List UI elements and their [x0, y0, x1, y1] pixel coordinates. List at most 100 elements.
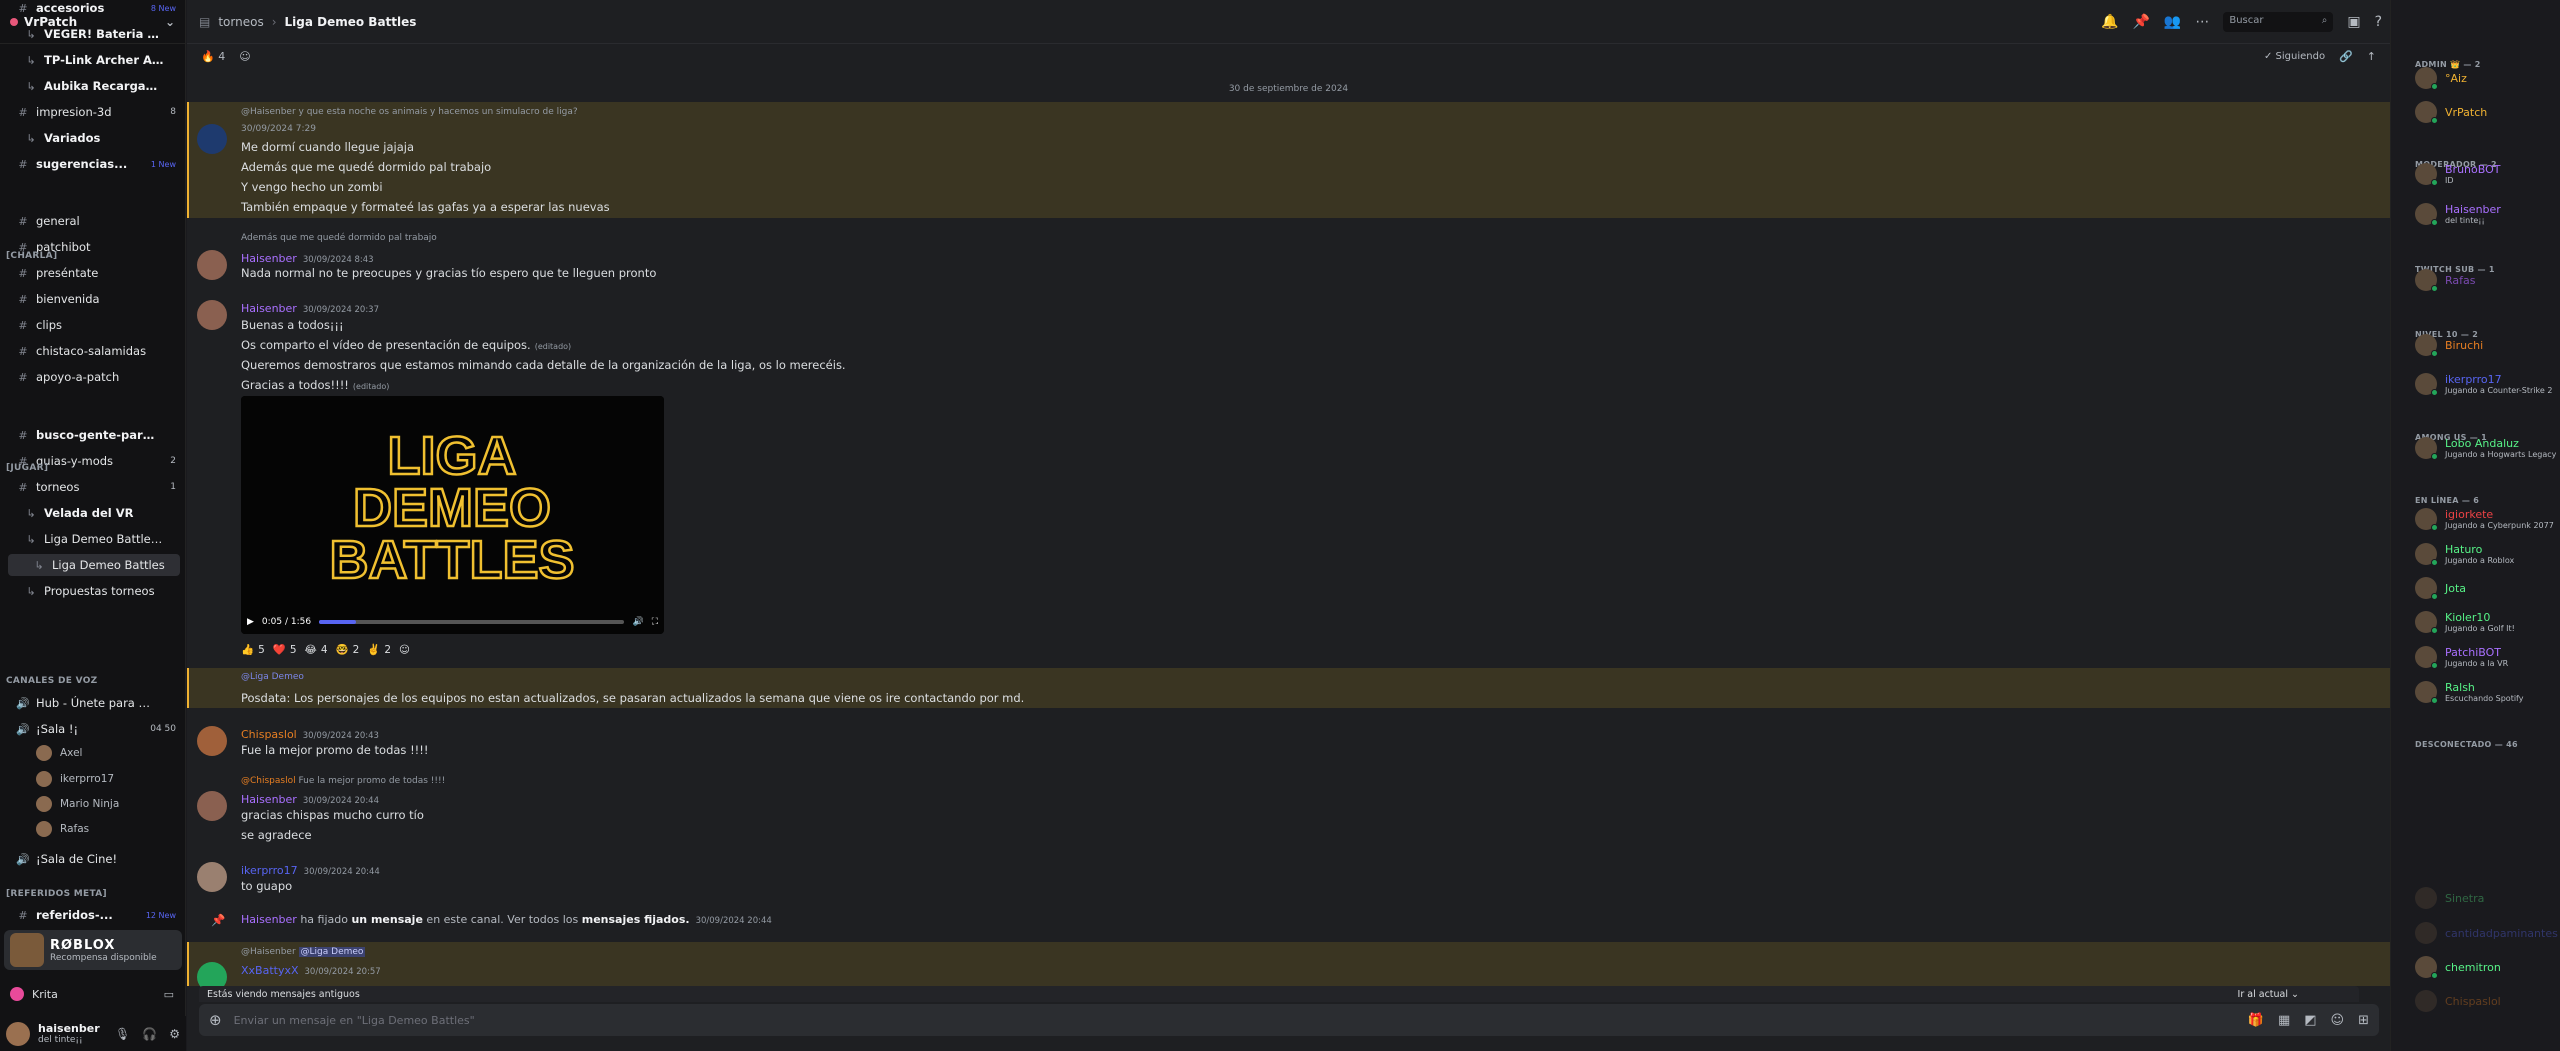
voice-user[interactable]: Axel	[36, 745, 82, 761]
reply-preview[interactable]: @Haisenber @Liga Demeo	[241, 947, 366, 957]
member-item[interactable]: chemitron	[2415, 952, 2560, 982]
bell-icon[interactable]: 🔔	[2101, 14, 2118, 30]
voice-channel-hub[interactable]: 🔊 Hub - Únete para crear	[0, 692, 186, 714]
channel-referidos[interactable]: # referidos-... 12 New	[0, 904, 186, 926]
reaction[interactable]: 👍 5	[241, 643, 265, 657]
avatar[interactable]	[6, 1021, 30, 1046]
channel-item[interactable]: # busco-gente-para...	[0, 424, 186, 446]
avatar[interactable]	[197, 791, 227, 821]
channel-item[interactable]: # clips	[0, 314, 186, 336]
channel-item[interactable]: # impresion-3d 8	[0, 101, 186, 123]
category-jugar[interactable]: [JUGAR]	[6, 463, 48, 473]
member-item[interactable]: Haisenber del tinte¡¡	[2415, 199, 2560, 229]
volume-icon[interactable]: 🔊	[632, 617, 643, 627]
avatar[interactable]	[197, 726, 227, 756]
channel-item[interactable]: ↳ Liga Demeo Battles	[8, 554, 180, 576]
message-author[interactable]: Haisenber 30/09/2024 20:44	[241, 793, 379, 806]
reply-preview[interactable]: Además que me quedé dormido pal trabajo	[241, 233, 437, 243]
member-item[interactable]: cantidadpaminantes	[2415, 918, 2560, 948]
activity-krita[interactable]: Krita ▭	[0, 982, 186, 1006]
member-item[interactable]: Sinetra	[2415, 883, 2560, 913]
member-item[interactable]: Lobo Andaluz Jugando a Hogwarts Legacy	[2415, 433, 2560, 463]
message-author[interactable]: ikerprro17 30/09/2024 20:44	[241, 864, 380, 877]
roblox-promo[interactable]: RØBLOX Recompensa disponible	[4, 930, 182, 970]
member-item[interactable]: PatchiBOT Jugando a la VR	[2415, 642, 2560, 672]
follow-button[interactable]: ✓ Siguiendo	[2264, 51, 2325, 62]
inbox-icon[interactable]: ▣	[2347, 14, 2360, 30]
voice-channel-sala[interactable]: 🔊 ¡Sala !¡ 04 50	[0, 718, 186, 740]
avatar[interactable]	[197, 250, 227, 280]
avatar[interactable]	[197, 124, 227, 154]
reaction[interactable]: ❤️ 5	[273, 643, 297, 657]
member-item[interactable]: Biruchi	[2415, 330, 2560, 360]
members-icon[interactable]: 👥	[2164, 14, 2181, 30]
more-icon[interactable]: ⋯	[2195, 14, 2209, 30]
message-author[interactable]: Haisenber 30/09/2024 20:37	[241, 302, 379, 315]
pinned-messages-link[interactable]: mensajes fijados.	[582, 913, 690, 926]
help-icon[interactable]: ?	[2375, 14, 2382, 30]
category-referidos[interactable]: [REFERIDOS META]	[6, 889, 107, 899]
plus-icon[interactable]: ⊕	[209, 1011, 222, 1029]
message-author[interactable]: XxBattyxX 30/09/2024 20:57	[241, 964, 381, 977]
link-icon[interactable]: 🔗	[2339, 50, 2353, 63]
channel-item[interactable]: # apoyo-a-patch	[0, 366, 186, 388]
voice-user[interactable]: Mario Ninja	[36, 796, 119, 812]
sticker-icon[interactable]: ◩	[2304, 1013, 2316, 1028]
avatar[interactable]	[197, 862, 227, 892]
reply-preview[interactable]: @Haisenber y que esta noche os animais y…	[241, 107, 578, 117]
member-item[interactable]: igiorkete Jugando a Cyberpunk 2077	[2415, 504, 2560, 534]
video-player[interactable]: LIGA DEMEO BATTLES ▶ 0:05 / 1:56 🔊 ⛶	[241, 396, 664, 634]
headphones-icon[interactable]: 🎧	[142, 1027, 157, 1041]
add-reaction-icon[interactable]: ☺	[399, 643, 410, 656]
screen-share-icon[interactable]: ▭	[164, 988, 174, 1001]
reply-preview[interactable]: @Chispaslol Fue la mejor promo de todas …	[241, 776, 445, 786]
arrow-up-icon[interactable]: ↑	[2367, 50, 2376, 63]
member-item[interactable]: BrunoBOT ID	[2415, 159, 2560, 189]
channel-item[interactable]: ↳ Velada del VR	[0, 502, 186, 524]
gif-icon[interactable]: ▦	[2278, 1013, 2290, 1028]
member-item[interactable]: Haturo Jugando a Roblox	[2415, 539, 2560, 569]
channel-item[interactable]: # preséntate	[0, 262, 186, 284]
emoji-icon[interactable]: ☺	[2331, 1013, 2345, 1028]
thread-count[interactable]: 🔥 4	[201, 50, 225, 63]
reaction[interactable]: ✌️ 2	[367, 643, 391, 657]
microphone-icon[interactable]: 🎙	[115, 1027, 130, 1041]
channel-item[interactable]: # accesorios 8 New	[0, 0, 186, 19]
category-voz[interactable]: CANALES DE VOZ	[6, 676, 98, 686]
gear-icon[interactable]: ⚙	[169, 1027, 180, 1041]
fullscreen-icon[interactable]: ⛶	[652, 617, 658, 627]
member-item[interactable]: Kioler10 Jugando a Golf It!	[2415, 607, 2560, 637]
channel-item[interactable]: ↳ Propuestas torneos	[0, 580, 186, 602]
apps-icon[interactable]: ⊞	[2358, 1013, 2369, 1028]
play-icon[interactable]: ▶	[247, 617, 254, 627]
channel-item[interactable]: # chistaco-salamidas	[0, 340, 186, 362]
member-item[interactable]: VrPatch	[2415, 97, 2560, 127]
category-charla[interactable]: [CHARLA]	[6, 251, 57, 261]
channel-item[interactable]: ↳Aubika Recargable Fund...	[0, 75, 186, 97]
mention[interactable]: @Liga Demeo	[241, 672, 304, 682]
member-item[interactable]: Jota	[2415, 573, 2560, 603]
message-author[interactable]: Chispaslol 30/09/2024 20:43	[241, 728, 379, 741]
reaction[interactable]: 😂 4	[305, 643, 328, 656]
reaction[interactable]: 🤓 2	[336, 643, 360, 657]
pin-icon[interactable]: 📌	[2132, 14, 2149, 30]
breadcrumb-parent[interactable]: torneos	[218, 15, 263, 29]
jump-to-present-button[interactable]: Ir al actual ⌄	[2238, 989, 2299, 1000]
member-item[interactable]: Chispaslol	[2415, 986, 2560, 1016]
voice-user[interactable]: ikerprro17	[36, 771, 114, 787]
voice-user[interactable]: Rafas	[36, 821, 89, 837]
member-item[interactable]: °Aiz	[2415, 63, 2560, 93]
avatar[interactable]	[197, 300, 227, 330]
channel-item[interactable]: # sugerencias... 1 New	[0, 153, 186, 175]
channel-item[interactable]: # torneos 1	[0, 476, 186, 498]
message-author[interactable]: Haisenber 30/09/2024 8:43	[241, 252, 374, 265]
channel-item[interactable]: ↳ Variados	[0, 127, 186, 149]
channel-item[interactable]: # general	[0, 210, 186, 232]
channel-item[interactable]: ↳VEGER! Bateria externa ...	[0, 23, 186, 45]
member-item[interactable]: ikerprro17 Jugando a Counter-Strike 2	[2415, 369, 2560, 399]
member-item[interactable]: Ralsh Escuchando Spotify	[2415, 677, 2560, 707]
member-item[interactable]: Rafas	[2415, 265, 2560, 295]
video-seek-bar[interactable]	[319, 620, 625, 624]
gift-icon[interactable]: 🎁	[2248, 1013, 2264, 1028]
channel-item[interactable]: ↳ TP-Link Archer AX58	[0, 49, 186, 71]
